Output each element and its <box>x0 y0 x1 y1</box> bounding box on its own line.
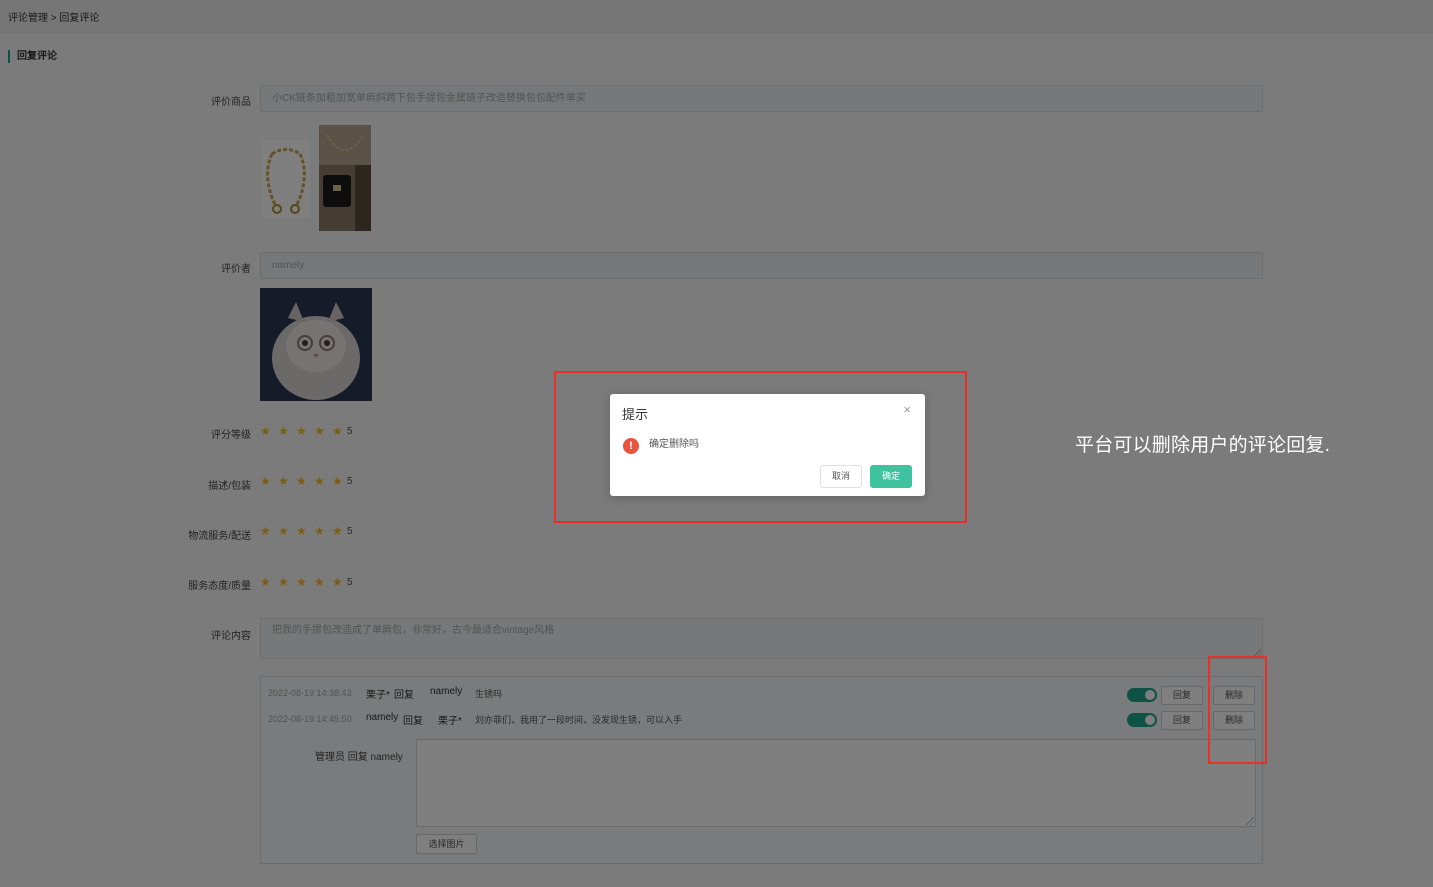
delete-buttons-highlight-box <box>1208 656 1267 764</box>
dialog-title: 提示 <box>622 407 649 422</box>
dialog-message: 确定删除吗 <box>649 439 699 450</box>
cancel-button[interactable]: 取消 <box>820 465 862 488</box>
annotation-text: 平台可以删除用户的评论回复. <box>1075 435 1331 456</box>
confirm-dialog: 提示 × ! 确定删除吗 取消 确定 <box>610 394 925 496</box>
warning-icon: ! <box>623 438 639 454</box>
confirm-button[interactable]: 确定 <box>870 465 912 488</box>
close-icon[interactable]: × <box>903 403 911 417</box>
